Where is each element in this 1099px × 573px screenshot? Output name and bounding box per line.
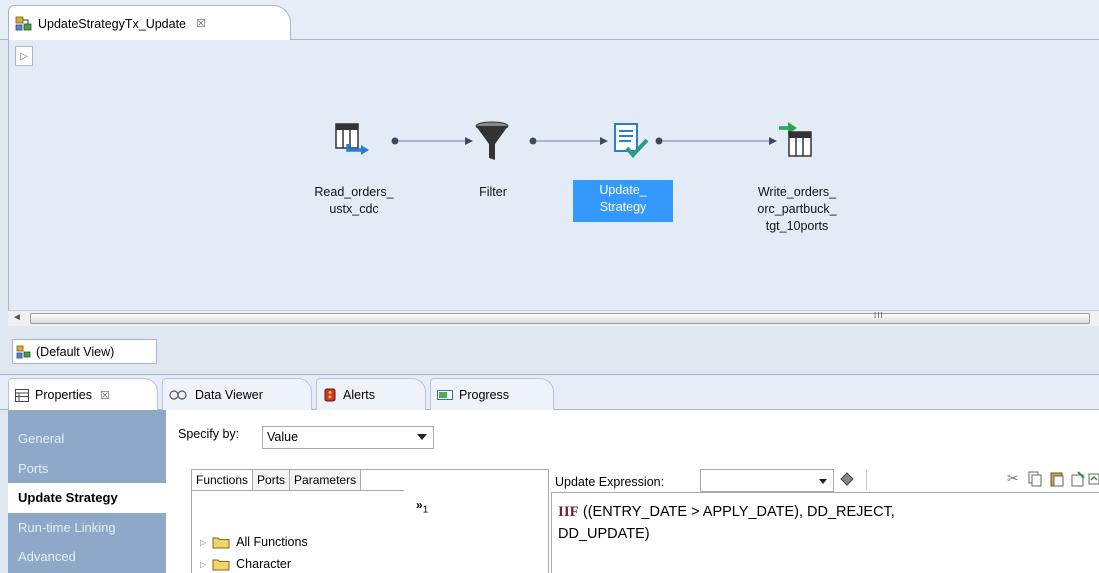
- sidebar-item-update-strategy[interactable]: Update Strategy: [8, 483, 166, 513]
- sidebar-item-ports[interactable]: Ports: [8, 454, 166, 484]
- close-icon[interactable]: ☒: [100, 389, 110, 402]
- sidebar-item-runtime-linking[interactable]: Run-time Linking: [8, 513, 166, 543]
- mapping-canvas[interactable]: ▷ Read_orders_ ustx_cdc Filter Update_ S…: [8, 40, 1099, 310]
- bottom-tab-strip: Properties ☒ Data Viewer Alerts Progress: [0, 374, 1099, 411]
- insert-icon[interactable]: [1070, 471, 1086, 487]
- expand-icon[interactable]: ▷: [200, 538, 206, 547]
- sidebar-item-advanced[interactable]: Advanced: [8, 542, 166, 572]
- properties-icon: [15, 388, 29, 402]
- properties-content: Specify by: Value Functions Ports Parame…: [166, 410, 1099, 573]
- tab-properties[interactable]: Properties ☒: [8, 378, 158, 411]
- folder-icon: [212, 559, 230, 570]
- functions-tabs: Functions Ports Parameters: [192, 470, 404, 491]
- link-lines: [391, 137, 777, 145]
- tab-parameters[interactable]: Parameters: [290, 470, 362, 490]
- tab-functions[interactable]: Functions: [192, 470, 254, 490]
- more-tabs-icon[interactable]: »1: [416, 498, 428, 515]
- paste-icon[interactable]: [1049, 471, 1065, 487]
- expression-keyword: IIF: [558, 504, 579, 520]
- tab-progress[interactable]: Progress: [430, 378, 554, 411]
- tab-ports[interactable]: Ports: [253, 470, 291, 490]
- expression-line-1: ((ENTRY_DATE > APPLY_DATE), DD_REJECT,: [578, 504, 895, 520]
- sidebar-item-general[interactable]: General: [8, 424, 166, 454]
- format-icon[interactable]: [1088, 471, 1099, 487]
- editor-tab-mapping[interactable]: UpdateStrategyTx_Update ☒: [8, 5, 291, 41]
- scrollbar-grip: III: [874, 311, 884, 320]
- validate-icon[interactable]: [838, 470, 856, 488]
- node-label-filter[interactable]: Filter: [443, 182, 543, 203]
- update-expression-combo[interactable]: [700, 469, 834, 492]
- toolbar-divider: [866, 470, 867, 490]
- filter-icon[interactable]: [472, 120, 516, 164]
- default-view-label: (Default View): [36, 344, 115, 359]
- default-view-tab[interactable]: (Default View): [12, 339, 157, 364]
- editor-tab-title: UpdateStrategyTx_Update: [38, 16, 187, 31]
- tree-item-character[interactable]: ▷ Character: [200, 557, 291, 571]
- update-expression-label: Update Expression:: [555, 475, 665, 489]
- folder-icon: [212, 537, 230, 548]
- node-label-write[interactable]: Write_orders_ orc_partbuck_ tgt_10ports: [747, 182, 847, 237]
- expand-icon[interactable]: ▷: [200, 560, 206, 569]
- specify-by-select[interactable]: Value: [262, 426, 434, 449]
- write-target-icon[interactable]: [777, 118, 821, 162]
- update-strategy-icon[interactable]: [609, 120, 653, 164]
- chevron-down-icon: [417, 434, 427, 440]
- read-source-icon[interactable]: [332, 120, 376, 164]
- specify-by-label: Specify by:: [178, 427, 240, 441]
- mapping-icon: [15, 16, 32, 30]
- tab-data-viewer[interactable]: Data Viewer: [162, 378, 312, 411]
- data-viewer-icon: [169, 389, 187, 400]
- functions-panel: Functions Ports Parameters »1 ▷ All Func…: [191, 469, 549, 573]
- editor-tab-strip: UpdateStrategyTx_Update ☒: [0, 0, 1099, 41]
- tree-item-all-functions[interactable]: ▷ All Functions: [200, 535, 308, 549]
- properties-sidebar: General Ports Update Strategy Run-time L…: [8, 410, 166, 573]
- close-icon[interactable]: ☒: [196, 17, 206, 30]
- node-label-update-strategy[interactable]: Update_ Strategy: [573, 180, 673, 222]
- alerts-icon: [324, 388, 336, 402]
- mapping-icon: [16, 345, 31, 358]
- scrollbar-thumb[interactable]: [30, 313, 1090, 324]
- horizontal-scrollbar[interactable]: ◄ III: [8, 310, 1099, 326]
- chevron-down-icon: [819, 479, 827, 484]
- expression-line-2: DD_UPDATE): [558, 526, 650, 542]
- update-expression-editor[interactable]: IIF ((ENTRY_DATE > APPLY_DATE), DD_REJEC…: [551, 492, 1099, 573]
- cut-icon[interactable]: ✂: [1007, 470, 1019, 487]
- view-strip: (Default View): [8, 327, 1099, 367]
- copy-icon[interactable]: [1027, 471, 1043, 487]
- progress-icon: [437, 390, 453, 400]
- scroll-left-icon[interactable]: ◄: [12, 312, 22, 323]
- specify-by-value: Value: [267, 430, 299, 444]
- tab-alerts[interactable]: Alerts: [316, 378, 426, 411]
- node-label-read[interactable]: Read_orders_ ustx_cdc: [304, 182, 404, 220]
